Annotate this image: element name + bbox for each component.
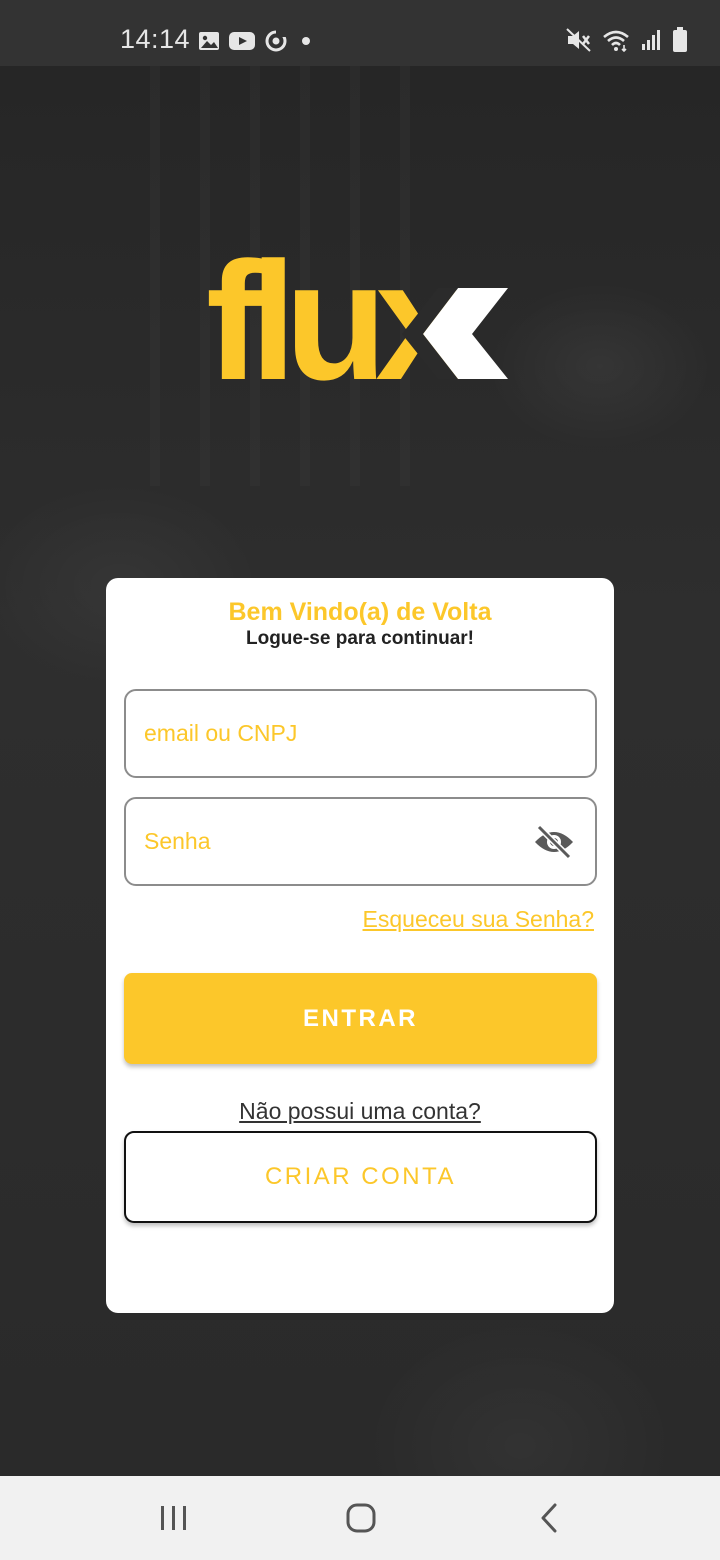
email-field[interactable] <box>124 689 597 778</box>
signal-icon <box>640 29 662 51</box>
sync-icon <box>264 29 288 53</box>
email-input[interactable] <box>144 691 524 776</box>
create-account-button[interactable]: CRIAR CONTA <box>124 1131 597 1223</box>
forgot-password-link[interactable]: Esqueceu sua Senha? <box>363 906 594 933</box>
status-notification-icons <box>198 28 315 54</box>
image-icon <box>198 30 220 52</box>
home-icon[interactable] <box>331 1496 391 1540</box>
no-account-link[interactable]: Não possui uma conta? <box>106 1098 614 1125</box>
back-icon[interactable] <box>519 1496 579 1540</box>
status-bar: 14:14 <box>0 0 720 66</box>
welcome-subtitle: Logue-se para continuar! <box>245 628 475 649</box>
battery-icon <box>672 27 688 53</box>
app-logo: flux <box>206 227 516 415</box>
status-system-icons <box>566 26 688 54</box>
youtube-icon <box>229 31 255 51</box>
recent-apps-icon[interactable] <box>144 1496 204 1540</box>
login-card: Bem Vindo(a) de Volta Logue-se para cont… <box>106 578 614 1313</box>
login-button[interactable]: ENTRAR <box>124 973 597 1064</box>
password-input[interactable] <box>144 799 524 884</box>
welcome-title: Bem Vindo(a) de Volta <box>228 598 492 626</box>
status-time: 14:14 <box>120 24 191 54</box>
navigation-bar <box>0 1476 720 1560</box>
wifi-icon <box>602 28 630 52</box>
eye-off-icon[interactable] <box>533 824 575 860</box>
mute-icon <box>566 28 592 52</box>
background-stripe <box>150 66 160 486</box>
password-field[interactable] <box>124 797 597 886</box>
dot-icon <box>297 36 315 46</box>
